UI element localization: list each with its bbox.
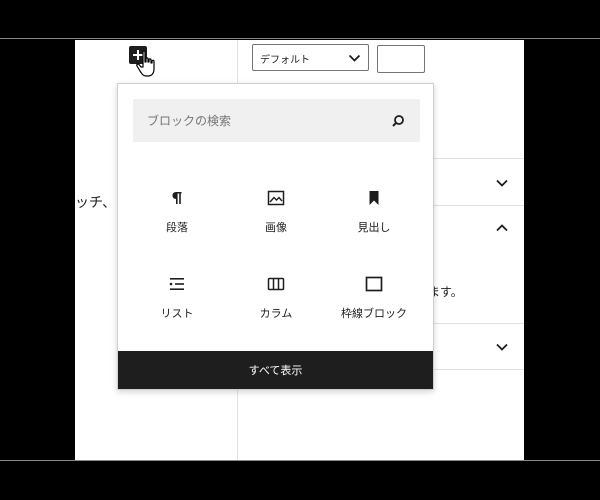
block-label: 見出し [357, 221, 391, 234]
heading-bookmark-icon [369, 191, 379, 205]
screenshot-frame: ッチ、 デフォルト ます。 ブロックの検索 段落 画像 見出し リスト カラム … [0, 0, 600, 500]
block-item-image[interactable]: 画像 [228, 174, 324, 246]
block-search-box [133, 99, 420, 142]
block-item-heading[interactable]: 見出し [326, 174, 422, 246]
style-select[interactable]: デフォルト [252, 44, 369, 71]
block-item-bordered-box[interactable]: 枠線ブロック [326, 260, 422, 332]
browse-all-button[interactable]: すべて表示 [118, 351, 433, 389]
list-icon [169, 278, 184, 290]
custom-size-input[interactable] [377, 45, 425, 73]
paragraph-icon [172, 192, 182, 204]
search-icon[interactable] [390, 113, 406, 129]
block-label: 画像 [265, 221, 287, 234]
block-label: カラム [259, 307, 293, 320]
block-item-list[interactable]: リスト [129, 260, 225, 332]
chevron-down-icon[interactable] [495, 178, 509, 188]
chevron-up-icon[interactable] [495, 223, 509, 233]
style-select-value: デフォルト [260, 55, 310, 66]
block-item-columns[interactable]: カラム [228, 260, 324, 332]
frame-bottom-divider [0, 460, 600, 461]
chevron-down-icon [348, 54, 361, 62]
image-icon [267, 190, 285, 206]
hand-pointer-cursor-icon [136, 50, 155, 77]
columns-icon [267, 277, 285, 291]
block-label: 枠線ブロック [341, 307, 407, 320]
frame-top-divider [0, 38, 600, 39]
block-item-paragraph[interactable]: 段落 [129, 174, 225, 246]
chevron-down-icon[interactable] [495, 342, 509, 352]
paragraph-block-text[interactable]: ッチ、 [75, 192, 116, 212]
block-label: 段落 [166, 221, 188, 234]
block-search-input[interactable] [133, 99, 383, 142]
bordered-box-icon [365, 276, 383, 292]
block-label: リスト [160, 307, 194, 320]
block-inserter-popover: 段落 画像 見出し リスト [117, 83, 434, 390]
